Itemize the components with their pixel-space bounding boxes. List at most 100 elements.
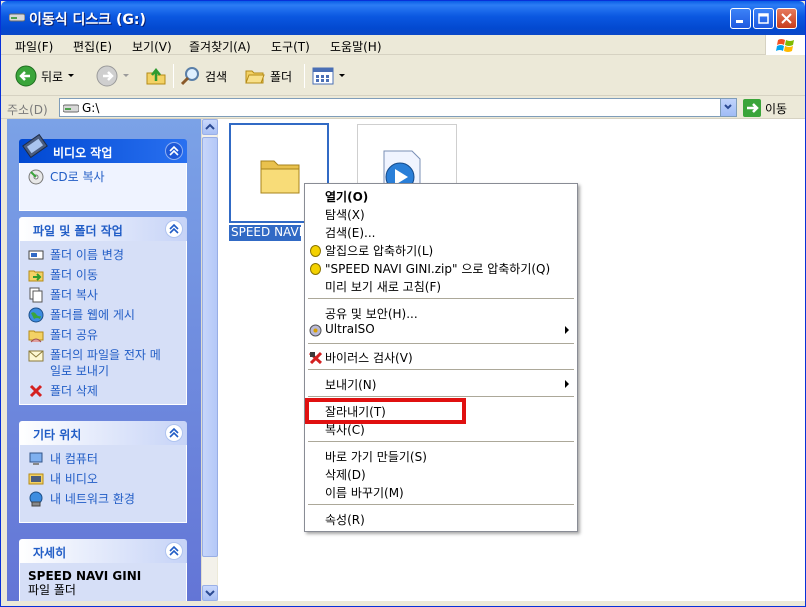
details-header[interactable]: 자세히 xyxy=(19,539,187,563)
menu-item-create-shortcut[interactable]: 바로 가기 만들기(S) xyxy=(325,448,427,465)
back-arrow-icon xyxy=(15,65,37,87)
collapse-button[interactable] xyxy=(165,142,183,160)
folder-icon xyxy=(260,160,300,194)
task-copy-folder[interactable]: 폴더 복사 xyxy=(28,287,178,303)
menu-item-send-to[interactable]: 보내기(N) xyxy=(325,376,376,393)
film-icon xyxy=(22,133,48,159)
globe-icon xyxy=(28,307,44,323)
explorer-window: 이동식 디스크 (G:) 파일(F) 편집(E) 보기(V) 즐겨찾기(A) 도… xyxy=(0,0,806,607)
place-my-network[interactable]: 내 네트워크 환경 xyxy=(28,491,178,507)
chevron-up-icon xyxy=(169,145,179,156)
other-places-header[interactable]: 기타 위치 xyxy=(19,421,187,445)
menu-item-label: 바이러스 검사(V) xyxy=(325,351,413,365)
menu-item-label: 이름 바꾸기(M) xyxy=(325,486,404,500)
menu-item-label: 공유 및 보안(H)... xyxy=(325,307,418,321)
menu-bar: 파일(F) 편집(E) 보기(V) 즐겨찾기(A) 도구(T) 도움말(H) xyxy=(1,35,805,55)
menu-file[interactable]: 파일(F) xyxy=(15,38,53,55)
folders-button[interactable]: 폴더 xyxy=(244,64,292,88)
collapse-button[interactable] xyxy=(165,542,183,560)
menu-item-search[interactable]: 검색(E)... xyxy=(325,224,375,241)
other-places-title: 기타 위치 xyxy=(33,428,82,442)
menu-favorites[interactable]: 즐겨찾기(A) xyxy=(189,38,251,55)
menu-item-virus-scan[interactable]: 바이러스 검사(V) xyxy=(325,349,413,366)
task-copy-to-cd[interactable]: CD로 복사 xyxy=(28,169,178,185)
views-button[interactable] xyxy=(312,64,346,88)
chevron-down-icon xyxy=(68,74,75,77)
scroll-thumb[interactable] xyxy=(202,137,218,557)
collapse-button[interactable] xyxy=(165,220,183,238)
task-label: 폴더의 파일을 전자 메일로 보내기 xyxy=(50,348,161,378)
menu-item-ultraiso[interactable]: UltraISO xyxy=(325,322,375,339)
back-button[interactable]: 뒤로 xyxy=(15,64,75,88)
menu-item-alzip-named[interactable]: "SPEED NAVI GINI.zip" 으로 압축하기(Q) xyxy=(325,260,550,277)
task-share-folder[interactable]: 폴더 공유 xyxy=(28,327,178,343)
collapse-button[interactable] xyxy=(165,424,183,442)
title-bar[interactable]: 이동식 디스크 (G:) xyxy=(1,1,805,35)
menu-item-label: 삭제(D) xyxy=(325,468,366,482)
details-body: SPEED NAVI GINI 파일 폴더 xyxy=(19,563,187,601)
details-type: 파일 폴더 xyxy=(28,583,76,597)
menu-item-rename[interactable]: 이름 바꾸기(M) xyxy=(325,484,404,501)
menu-item-explore[interactable]: 탐색(X) xyxy=(325,206,365,223)
menu-tools[interactable]: 도구(T) xyxy=(271,38,310,55)
task-label: 폴더 이동 xyxy=(50,268,98,282)
menu-item-label: 복사(C) xyxy=(325,423,365,437)
video-tasks-panel: 비디오 작업 CD로 복사 xyxy=(19,133,187,211)
my-videos-icon xyxy=(28,473,44,485)
file-folder-tasks-header[interactable]: 파일 및 폴더 작업 xyxy=(19,217,187,241)
task-email-folder[interactable]: 폴더의 파일을 전자 메일로 보내기 xyxy=(28,347,178,379)
menu-item-label: 미리 보기 새로 고침(F) xyxy=(325,280,442,294)
menu-separator xyxy=(308,504,574,505)
menu-view[interactable]: 보기(V) xyxy=(132,38,172,55)
scroll-down-button[interactable] xyxy=(202,585,218,601)
menu-item-open[interactable]: 열기(O) xyxy=(325,188,368,205)
menu-item-delete[interactable]: 삭제(D) xyxy=(325,466,366,483)
close-button[interactable] xyxy=(776,8,797,29)
place-label: 내 컴퓨터 xyxy=(50,452,98,466)
task-pane-scrollbar[interactable] xyxy=(201,119,218,601)
menu-item-label: 알집으로 압축하기(L) xyxy=(325,244,434,258)
scroll-up-button[interactable] xyxy=(202,119,218,135)
submenu-arrow-icon xyxy=(565,326,569,334)
menu-item-properties[interactable]: 속성(R) xyxy=(325,511,365,528)
rename-icon xyxy=(28,250,44,260)
search-button[interactable]: 검색 xyxy=(179,64,227,88)
menu-item-label: UltraISO xyxy=(325,322,375,336)
menu-item-refresh-preview[interactable]: 미리 보기 새로 고침(F) xyxy=(325,278,441,295)
go-button[interactable]: 이동 xyxy=(743,99,787,117)
back-label: 뒤로 xyxy=(41,69,64,84)
move-folder-icon xyxy=(28,270,44,282)
menu-separator xyxy=(308,396,574,397)
chevron-down-icon xyxy=(205,590,215,597)
file-folder-tasks-panel: 파일 및 폴더 작업 폴더 이름 변경 폴더 이동 폴더 복사 폴더를 웹에 게… xyxy=(19,217,187,405)
task-delete-folder[interactable]: 폴더 삭제 xyxy=(28,383,178,399)
minimize-button[interactable] xyxy=(730,8,751,29)
task-label: CD로 복사 xyxy=(50,170,105,184)
address-dropdown-button[interactable] xyxy=(720,99,736,116)
menu-edit[interactable]: 편집(E) xyxy=(73,38,112,55)
cd-burn-icon xyxy=(28,169,44,185)
place-my-computer[interactable]: 내 컴퓨터 xyxy=(28,451,178,467)
menu-item-label: 보내기(N) xyxy=(325,378,377,392)
task-publish-web[interactable]: 폴더를 웹에 게시 xyxy=(28,307,178,323)
video-tasks-header[interactable]: 비디오 작업 xyxy=(19,133,187,163)
menu-item-sharing-security[interactable]: 공유 및 보안(H)... xyxy=(325,305,418,322)
ultraiso-icon xyxy=(309,324,322,337)
address-input[interactable]: G:\ xyxy=(59,98,737,117)
place-my-videos[interactable]: 내 비디오 xyxy=(28,471,178,487)
up-folder-button[interactable] xyxy=(145,64,167,88)
menu-item-alzip[interactable]: 알집으로 압축하기(L) xyxy=(325,242,433,259)
toolbar-separator xyxy=(173,64,174,88)
details-panel: 자세히 SPEED NAVI GINI 파일 폴더 xyxy=(19,539,187,601)
task-move-folder[interactable]: 폴더 이동 xyxy=(28,267,178,283)
alzip-icon xyxy=(310,263,321,275)
video-tasks-title: 비디오 작업 xyxy=(53,146,113,160)
email-icon xyxy=(28,350,44,362)
forward-button[interactable] xyxy=(96,64,130,88)
go-label: 이동 xyxy=(765,101,788,116)
maximize-button[interactable] xyxy=(753,8,774,29)
menu-separator xyxy=(308,343,574,344)
menu-help[interactable]: 도움말(H) xyxy=(330,38,382,55)
task-rename-folder[interactable]: 폴더 이름 변경 xyxy=(28,247,178,263)
task-pane: 비디오 작업 CD로 복사 파일 및 폴더 작업 폴더 이름 변경 폴더 이동 … xyxy=(7,119,201,601)
